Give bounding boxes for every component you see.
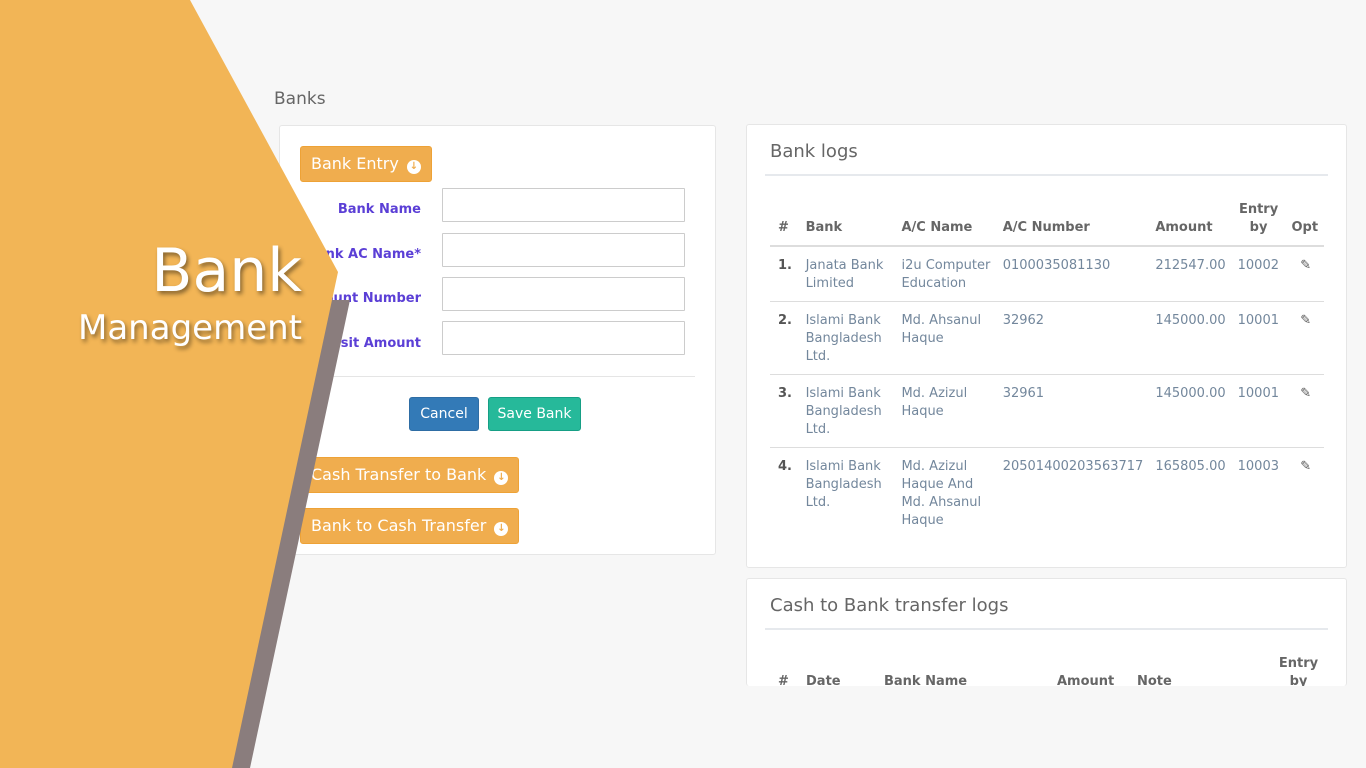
bank-logs-table: # Bank A/C Name A/C Number Amount Entry … — [770, 197, 1324, 538]
cash-logs-title: Cash to Bank transfer logs — [770, 595, 1009, 616]
page-title: Banks — [274, 89, 326, 109]
row-entry-by: 10003 — [1237, 459, 1279, 474]
row-ac-name: Md. Azizul Haque And Md. Ahsanul Haque — [901, 459, 982, 528]
row-ac-name: Md. Ahsanul Haque — [893, 301, 995, 375]
brand-title: Bank — [151, 236, 302, 306]
row-number: 2. — [770, 301, 798, 375]
bank-logs-panel: Bank logs # Bank A/C Name A/C Number Amo… — [746, 124, 1347, 568]
row-bank: Islami Bank Bangladesh Ltd. — [805, 459, 882, 510]
bank-entry-label: Bank Entry — [311, 154, 399, 173]
panel-divider — [765, 628, 1328, 630]
bank-entry-panel: Bank Entry ↓ Bank Name Bank AC Name* Acc… — [279, 125, 716, 555]
bank-name-label: Bank Name — [337, 202, 421, 217]
col-header-ac-number: A/C Number — [994, 197, 1148, 247]
row-amount: 145000.00 — [1147, 301, 1230, 375]
table-header-row: # Bank A/C Name A/C Number Amount Entry … — [770, 197, 1324, 247]
col-header-entry-by: Entry by — [1278, 656, 1319, 686]
circle-arrow-down-icon: ↓ — [494, 471, 509, 485]
row-ac-number: 32961 — [994, 374, 1148, 448]
edit-icon[interactable]: ✎ — [1300, 459, 1311, 474]
row-amount: 145000.00 — [1147, 374, 1230, 448]
col-header-opt: Opt — [1283, 197, 1324, 247]
form-divider — [300, 376, 695, 377]
row-entry-by: 10001 — [1229, 374, 1284, 448]
circle-arrow-down-icon: ↓ — [494, 522, 509, 536]
col-header-bank-name: Bank Name — [884, 674, 968, 686]
panel-divider — [765, 174, 1328, 176]
table-row: 1. Janata Bank Limited i2u Computer Educ… — [770, 246, 1324, 302]
row-opt: ✎ — [1283, 246, 1324, 302]
edit-icon[interactable]: ✎ — [1300, 313, 1311, 328]
bank-ac-name-label: Bank AC Name* — [306, 247, 421, 262]
col-header-entry-by: Entry by — [1229, 197, 1284, 247]
edit-icon[interactable]: ✎ — [1300, 386, 1311, 401]
col-header-bank: Bank — [797, 197, 894, 247]
cash-transfer-to-bank-label: Cash Transfer to Bank — [311, 465, 487, 484]
col-header-ac-name: A/C Name — [893, 197, 995, 247]
account-number-input[interactable] — [442, 277, 685, 311]
table-header-row: # Date Bank Name Amount Note Entry by — [770, 651, 1324, 686]
edit-icon[interactable]: ✎ — [1300, 258, 1311, 273]
brand-subtitle: Management — [78, 308, 302, 348]
deposit-amount-input[interactable] — [442, 321, 685, 355]
col-header-date: Date — [806, 674, 841, 686]
row-ac-name: i2u Computer Education — [893, 246, 995, 302]
cash-transfer-to-bank-button[interactable]: Cash Transfer to Bank ↓ — [300, 457, 520, 493]
row-entry-by: 10002 — [1229, 246, 1284, 302]
row-opt: ✎ — [1283, 301, 1324, 375]
table-row: 3. Islami Bank Bangladesh Ltd. Md. Azizu… — [770, 374, 1324, 448]
col-header-amount: Amount — [1057, 674, 1115, 686]
col-header-num: # — [778, 674, 789, 686]
row-bank: Janata Bank Limited — [797, 246, 894, 302]
row-opt: ✎ — [1284, 448, 1325, 539]
table-row: 4. Islami Bank Bangladesh Ltd. Md. Azizu… — [770, 448, 1324, 539]
row-bank: Islami Bank Bangladesh Ltd. — [797, 301, 894, 375]
row-number: 3. — [770, 374, 798, 448]
row-ac-name: Md. Azizul Haque — [893, 374, 995, 448]
circle-arrow-down-icon: ↓ — [406, 160, 421, 174]
cash-logs-table: # Date Bank Name Amount Note Entry by — [770, 651, 1324, 686]
account-number-label: Account Number — [299, 291, 421, 306]
cancel-button[interactable]: Cancel — [409, 397, 479, 431]
row-ac-number: 0100035081130 — [994, 246, 1148, 302]
cash-to-bank-logs-panel: Cash to Bank transfer logs # Date Bank N… — [746, 578, 1347, 686]
bank-to-cash-transfer-button[interactable]: Bank to Cash Transfer ↓ — [300, 508, 520, 544]
bank-name-input[interactable] — [442, 188, 685, 222]
row-amount: 212547.00 — [1147, 246, 1230, 302]
row-opt: ✎ — [1283, 374, 1324, 448]
row-number: 1. — [770, 246, 798, 302]
row-number: 4. — [778, 459, 792, 474]
row-ac-number: 20501400203563717 — [1002, 459, 1144, 474]
col-header-num: # — [770, 197, 798, 247]
table-row: 2. Islami Bank Bangladesh Ltd. Md. Ahsan… — [770, 301, 1324, 375]
bank-logs-title: Bank logs — [770, 141, 858, 162]
col-header-amount: Amount — [1147, 197, 1230, 247]
row-ac-number: 32962 — [994, 301, 1148, 375]
deposit-amount-label: Deposit Amount — [302, 336, 421, 351]
row-amount: 165805.00 — [1155, 459, 1226, 474]
row-entry-by: 10001 — [1229, 301, 1284, 375]
col-header-note: Note — [1137, 674, 1172, 686]
bank-entry-toggle-button[interactable]: Bank Entry ↓ — [300, 146, 432, 182]
bank-to-cash-transfer-label: Bank to Cash Transfer — [311, 516, 487, 535]
save-bank-button[interactable]: Save Bank — [488, 397, 581, 431]
row-bank: Islami Bank Bangladesh Ltd. — [797, 374, 894, 448]
bank-ac-name-input[interactable] — [442, 233, 685, 267]
